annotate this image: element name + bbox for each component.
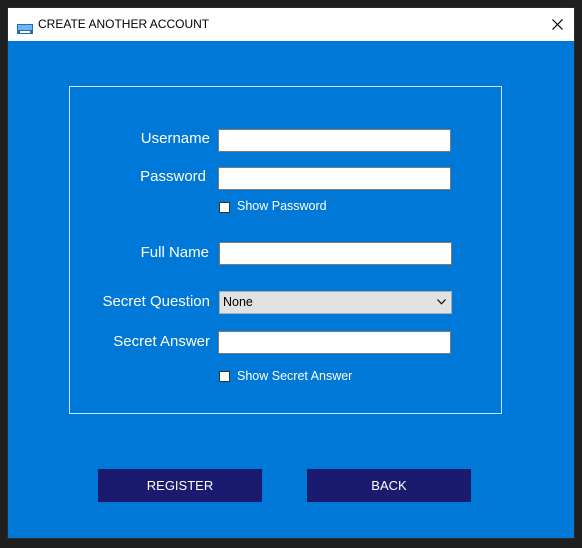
chevron-down-icon bbox=[437, 299, 446, 305]
show-password-checkbox[interactable] bbox=[219, 202, 230, 213]
show-password-label: Show Password bbox=[237, 199, 327, 213]
register-button[interactable]: REGISTER bbox=[98, 469, 262, 502]
secret-question-dropdown[interactable]: None bbox=[219, 291, 452, 314]
password-label: Password bbox=[140, 168, 206, 185]
app-window-icon bbox=[17, 19, 33, 34]
title-bar: CREATE ANOTHER ACCOUNT bbox=[8, 8, 574, 41]
password-input[interactable] bbox=[218, 167, 451, 190]
secret-answer-label: Secret Answer bbox=[113, 333, 210, 350]
username-input[interactable] bbox=[218, 129, 451, 152]
secret-answer-input[interactable] bbox=[218, 331, 451, 354]
username-label: Username bbox=[140, 130, 210, 147]
window-title: CREATE ANOTHER ACCOUNT bbox=[38, 17, 210, 31]
secret-question-label: Secret Question bbox=[102, 293, 210, 310]
close-icon bbox=[552, 19, 563, 30]
show-secret-answer-label: Show Secret Answer bbox=[237, 369, 353, 383]
full-name-input[interactable] bbox=[219, 242, 452, 265]
full-name-label: Full Name bbox=[140, 244, 209, 261]
close-button[interactable] bbox=[542, 8, 574, 41]
back-button[interactable]: BACK bbox=[307, 469, 471, 502]
create-account-window: CREATE ANOTHER ACCOUNT Username Password… bbox=[8, 8, 574, 538]
secret-question-selected-value: None bbox=[223, 295, 253, 309]
show-secret-answer-checkbox[interactable] bbox=[219, 371, 230, 382]
